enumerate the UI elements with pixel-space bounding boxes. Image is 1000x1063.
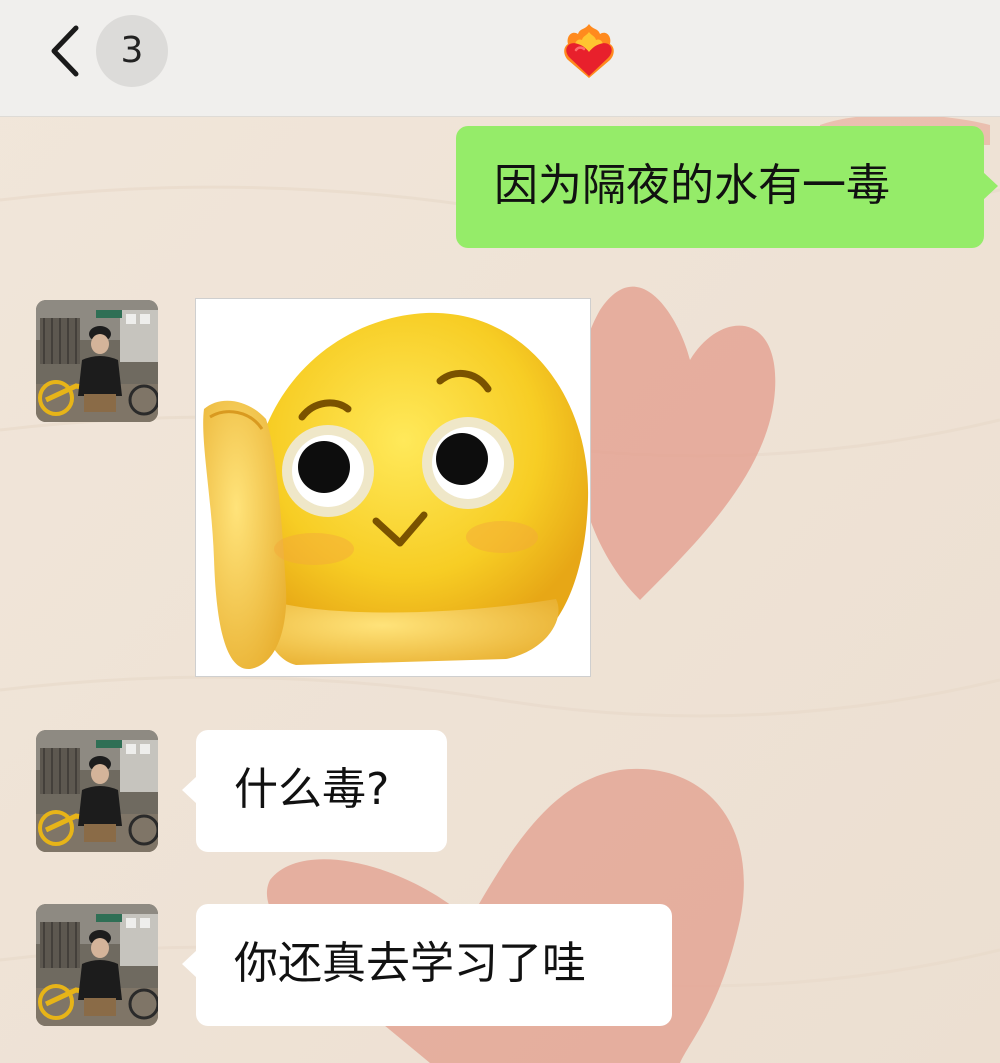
message-text: 什么毒?	[234, 764, 390, 815]
heart-on-fire-icon	[564, 24, 614, 78]
contact-avatar[interactable]	[36, 730, 158, 852]
avatar-photo	[36, 300, 158, 422]
blushing-peeking-emoji-sticker	[196, 299, 590, 676]
sticker-message[interactable]	[195, 298, 591, 677]
outgoing-message-bubble[interactable]: 因为隔夜的水有一毒	[456, 126, 998, 248]
avatar-photo	[36, 904, 158, 1026]
contact-avatar[interactable]	[36, 300, 158, 422]
contact-avatar[interactable]	[36, 904, 158, 1026]
incoming-message-bubble[interactable]: 什么毒?	[182, 730, 447, 852]
chevron-left-icon	[51, 25, 79, 77]
message-text: 你还真去学习了哇	[234, 938, 586, 989]
chat-header: 3	[0, 0, 1000, 117]
message-text: 因为隔夜的水有一毒	[494, 160, 890, 211]
unread-count-badge[interactable]: 3	[96, 15, 168, 87]
bubble-tail	[182, 950, 197, 978]
incoming-message-bubble[interactable]: 你还真去学习了哇	[182, 904, 672, 1026]
back-button[interactable]	[40, 20, 90, 82]
avatar-photo	[36, 730, 158, 852]
bubble-tail	[983, 172, 998, 200]
bubble-tail	[182, 776, 197, 804]
